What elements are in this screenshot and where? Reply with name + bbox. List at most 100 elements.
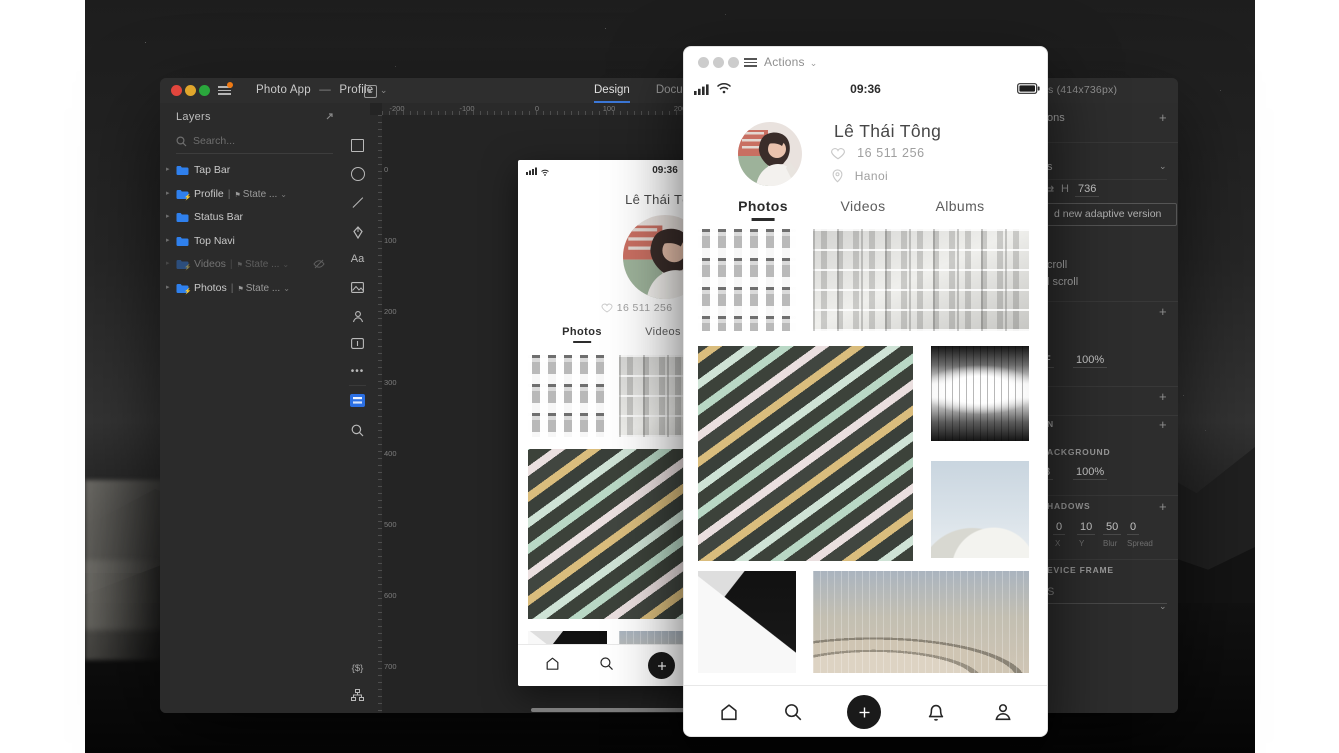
add-action-button[interactable]: + [1159,110,1167,125]
preview-minimize-button[interactable] [713,57,724,68]
hierarchy-tool-icon[interactable] [345,685,370,705]
disclosure-icon[interactable]: ▸ [166,283,170,291]
chevron-down-icon[interactable]: ⌄ [283,284,290,293]
tab-albums[interactable]: Albums [935,198,984,214]
chevron-down-icon[interactable]: ⌄ [280,190,287,199]
shadow-x-value[interactable]: 0 [1053,521,1065,535]
layer-row-top-navi[interactable]: ▸ Top Navi [160,230,345,254]
likes-count: 16 511 256 [617,302,673,314]
zoom-window-button[interactable] [199,85,210,96]
close-button[interactable] [171,85,182,96]
preview-menu-icon[interactable] [744,58,757,67]
button-tool-icon[interactable] [345,333,370,353]
ruler-label: 200 [384,307,397,316]
tab-photos[interactable]: Photos [562,326,602,338]
preview-zoom-button[interactable] [728,57,739,68]
chevron-down-icon: ⌄ [810,58,818,68]
fill-opacity-value[interactable]: 100% [1073,354,1107,368]
ruler-label: 100 [384,236,397,245]
shadow-spread-value[interactable]: 0 [1127,521,1139,535]
chevron-down-icon[interactable]: ⌄ [282,260,289,269]
add-button[interactable] [648,652,675,679]
home-icon[interactable] [718,701,740,723]
actions-menu[interactable]: Actions ⌄ [764,55,818,69]
more-tools-icon[interactable]: ••• [345,361,370,381]
notifications-icon[interactable] [925,701,947,723]
add-button[interactable] [847,695,881,729]
disclosure-icon[interactable]: ▸ [166,189,170,197]
layer-row-tap-bar[interactable]: ▸ Tap Bar [160,159,345,183]
shadow-spread-label: Spread [1127,539,1153,548]
home-icon[interactable] [544,655,561,672]
layer-row-videos[interactable]: ▸ ⚡ Videos|⚑State ...⌄ [160,253,345,277]
oval-tool-icon[interactable] [345,164,370,184]
add-section-button[interactable]: + [1159,304,1167,319]
height-value[interactable]: 736 [1075,183,1099,197]
shadow-y-label: Y [1079,539,1084,548]
text-tool-icon[interactable]: Aa [345,249,370,269]
chevron-down-icon[interactable]: ⌄ [1159,601,1167,612]
avatar-tool-icon[interactable] [345,306,370,326]
ruler-label: 400 [384,449,397,458]
artboard-tool-icon-active[interactable] [345,390,370,410]
scroll-option-fragment[interactable]: l scroll [1047,276,1078,288]
add-adaptive-version-button[interactable]: d new adaptive version [1045,203,1177,226]
tab-photos[interactable]: Photos [738,198,788,214]
artboard-indicator-icon[interactable] [364,85,377,98]
layer-list: ▸ Tap Bar ▸ ⚡ Profile|⚑State ...⌄ ▸ Stat… [160,159,345,300]
chevron-down-icon[interactable]: ⌄ [380,85,388,95]
layer-state[interactable]: State ... [243,189,277,200]
disclosure-icon[interactable]: ▸ [166,259,170,267]
pen-tool-icon[interactable] [345,222,370,242]
photo-striped-facade[interactable] [528,355,607,437]
photo-diagonal-facade[interactable] [698,346,913,561]
preview-close-button[interactable] [698,57,709,68]
scroll-option-fragment[interactable]: croll [1047,259,1067,271]
device-value-fragment[interactable]: S [1047,586,1054,598]
disclosure-icon[interactable]: ▸ [166,236,170,244]
photo-curved-building[interactable] [813,571,1029,673]
line-tool-icon[interactable] [345,193,370,213]
disclosure-icon[interactable]: ▸ [166,165,170,173]
shadow-y-value[interactable]: 10 [1077,521,1095,535]
photo-striped-facade[interactable] [698,229,796,331]
avatar[interactable] [738,122,802,186]
layer-row-photos[interactable]: ▸ ⚡ Photos|⚑State ...⌄ [160,277,345,301]
layer-row-profile[interactable]: ▸ ⚡ Profile|⚑State ...⌄ [160,183,345,207]
add-border-button[interactable]: + [1159,389,1167,404]
chevron-down-icon[interactable]: ⌄ [1159,161,1167,172]
tab-design[interactable]: Design [594,78,630,103]
photo-angular-building[interactable] [698,571,796,673]
layer-row-status-bar[interactable]: ▸ Status Bar [160,206,345,230]
state-flag-icon: ⚑ [235,192,241,199]
tokens-tool-icon[interactable]: {$} [345,658,370,678]
photo-skyward-towers[interactable] [931,346,1029,441]
photo-shell-building[interactable] [931,461,1029,558]
shadow-blur-label: Blur [1103,539,1117,548]
rectangle-tool-icon[interactable] [345,135,370,155]
add-shadow-button[interactable]: + [1159,499,1167,514]
layer-state[interactable]: State ... [245,259,279,270]
zoom-tool-icon[interactable] [345,420,370,440]
hidden-eye-icon[interactable] [313,259,325,269]
layer-label: Profile [194,188,224,200]
tab-videos[interactable]: Videos [841,198,886,214]
vertical-ruler [370,115,382,713]
layer-search[interactable]: Search... [176,133,333,154]
ruler-label: 0 [384,165,388,174]
shadow-blur-value[interactable]: 50 [1103,521,1121,535]
search-icon[interactable] [598,655,615,672]
profile-icon[interactable] [992,701,1014,723]
folder-icon [176,236,189,247]
disclosure-icon[interactable]: ▸ [166,212,170,220]
actions-label: Actions [764,55,805,69]
tab-videos[interactable]: Videos [645,326,681,338]
minimize-button[interactable] [185,85,196,96]
image-tool-icon[interactable] [345,277,370,297]
expand-panel-icon[interactable] [325,112,334,121]
photo-white-building[interactable] [813,229,1029,331]
add-button[interactable]: + [1159,417,1167,432]
layer-state[interactable]: State ... [246,283,280,294]
search-icon[interactable] [782,701,804,723]
background-opacity-value[interactable]: 100% [1073,466,1107,480]
